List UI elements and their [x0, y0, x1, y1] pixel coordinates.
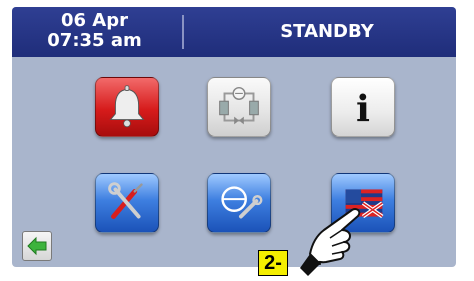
compressor-wrench-icon	[221, 186, 263, 219]
status-header: 06 Apr 07:35 am STANDBY	[12, 7, 456, 57]
date-label: 06 Apr	[60, 10, 128, 31]
step-label: 2-	[258, 250, 288, 276]
back-button[interactable]	[22, 231, 52, 261]
time-label: 07:35 am	[47, 30, 142, 51]
bell-icon	[109, 85, 145, 128]
info-button[interactable]: i	[331, 77, 395, 137]
tools-icon	[108, 182, 143, 219]
header-separator	[182, 15, 184, 49]
hmi-screen: 06 Apr 07:35 am STANDBY i	[12, 7, 456, 267]
pointing-hand-icon	[300, 207, 361, 276]
date-time: 06 Apr 07:35 am	[12, 11, 177, 51]
refrigerant-circuit-icon	[219, 86, 259, 125]
alarm-button[interactable]	[95, 77, 159, 137]
tools-button[interactable]	[95, 173, 159, 233]
service-button[interactable]	[207, 173, 271, 233]
circuit-button[interactable]	[207, 77, 271, 137]
info-icon: i	[356, 88, 370, 131]
info-glyph: i	[356, 88, 370, 131]
unit-status: STANDBY	[280, 21, 374, 42]
back-arrow-icon	[27, 236, 47, 256]
